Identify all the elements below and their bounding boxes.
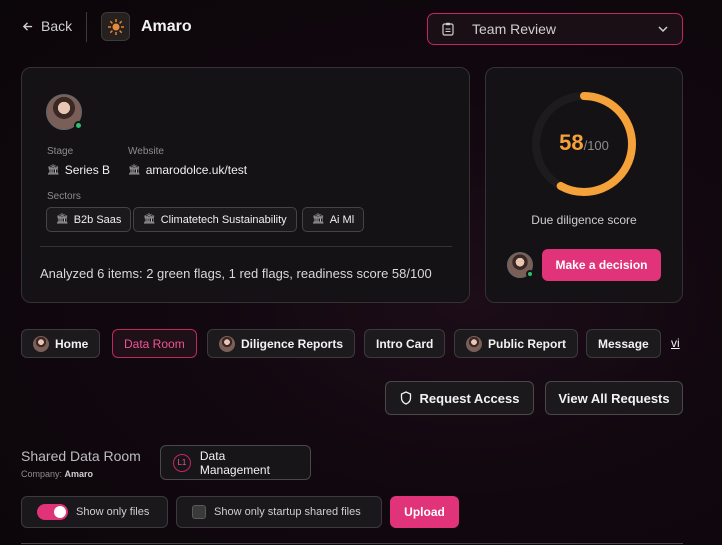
company-value: Amaro: [64, 469, 94, 479]
request-access-label: Request Access: [419, 390, 520, 406]
building-icon: 🏛: [128, 164, 141, 176]
tab-label: Data Room: [124, 336, 185, 351]
back-button[interactable]: Back: [22, 18, 72, 34]
shield-icon: [400, 391, 411, 405]
sector-label: B2b Saas: [73, 213, 122, 226]
make-decision-button[interactable]: Make a decision: [542, 249, 661, 281]
founder-avatar-wrap: [46, 94, 83, 130]
sector-chip: 🏛 Ai Ml: [302, 207, 365, 232]
clipboard-icon: [442, 22, 454, 36]
avatar-icon: [466, 335, 482, 352]
tab-intro-card[interactable]: Intro Card: [364, 329, 446, 358]
request-access-button[interactable]: Request Access: [385, 381, 534, 415]
show-only-files-filter[interactable]: Show only files: [21, 496, 168, 528]
tab-diligence-reports[interactable]: Diligence Reports: [207, 329, 356, 358]
show-only-files-label: Show only files: [76, 506, 150, 518]
team-review-value: Team Review: [472, 21, 557, 37]
card-divider: [40, 246, 452, 247]
website-text: amarodolce.uk/test: [145, 163, 248, 177]
company-name: Amaro: [141, 18, 192, 35]
team-review-select[interactable]: Team Review: [427, 13, 683, 45]
analysis-summary: Analyzed 6 items: 2 green flags, 1 red f…: [40, 266, 432, 281]
tab-data-room[interactable]: Data Room: [112, 329, 197, 358]
startup-shared-checkbox[interactable]: [192, 505, 206, 519]
sector-label: Ai Ml: [329, 213, 355, 226]
building-icon: 🏛: [47, 164, 60, 176]
avatar-icon: [33, 335, 49, 352]
online-status-dot: [526, 270, 534, 278]
upload-button[interactable]: Upload: [390, 496, 459, 528]
sector-chip: 🏛 B2b Saas: [46, 207, 132, 232]
level-badge: L1: [173, 453, 191, 472]
tab-home[interactable]: Home: [21, 329, 101, 358]
data-room-company: Company: Amaro: [21, 469, 93, 479]
tab-label: Home: [55, 336, 89, 351]
sectors-label: Sectors: [47, 191, 81, 202]
company-logo: [101, 12, 130, 41]
startup-shared-filter[interactable]: Show only startup shared files: [176, 496, 382, 528]
back-label: Back: [41, 18, 73, 34]
tab-label: Diligence Reports: [241, 336, 344, 351]
view-all-requests-label: View All Requests: [558, 390, 670, 406]
score-max: /100: [583, 138, 609, 153]
stage-value: 🏛 Series B: [47, 163, 110, 177]
data-management-button[interactable]: L1 Data Management: [160, 445, 311, 480]
chevron-down-icon: [658, 25, 668, 32]
sector-label: Climatetech Sustainability: [160, 213, 287, 226]
view-all-requests-button[interactable]: View All Requests: [545, 381, 683, 415]
building-icon: 🏛: [143, 214, 156, 225]
stage-label: Stage: [47, 146, 74, 157]
website-label: Website: [128, 146, 164, 157]
tab-label: Intro Card: [376, 336, 434, 351]
startup-shared-label: Show only startup shared files: [214, 506, 361, 518]
online-status-dot: [74, 121, 83, 130]
tab-label: Message: [598, 336, 649, 351]
score-value: 58: [559, 130, 584, 155]
tab-public-report[interactable]: Public Report: [454, 329, 579, 358]
avatar-icon: [219, 335, 235, 352]
website-value[interactable]: 🏛 amarodolce.uk/test: [128, 163, 247, 177]
tab-message[interactable]: Message: [586, 329, 661, 358]
stage-text: Series B: [64, 163, 111, 177]
reviewer-avatar-wrap: [507, 252, 534, 278]
sun-logo-icon: [107, 18, 124, 35]
sector-chip: 🏛 Climatetech Sustainability: [133, 207, 297, 232]
tab-overflow-link[interactable]: vi: [671, 336, 680, 350]
score-readout: 58/100: [529, 130, 639, 156]
company-label: Company:: [21, 469, 63, 479]
data-management-label: Data Management: [199, 448, 270, 477]
data-room-title: Shared Data Room: [21, 448, 141, 464]
building-icon: 🏛: [56, 214, 69, 225]
tab-label: Public Report: [488, 336, 567, 351]
arrow-left-icon: [22, 21, 33, 31]
building-icon: 🏛: [312, 214, 325, 225]
bottom-divider: [21, 543, 683, 544]
header-divider: [86, 12, 87, 42]
score-label: Due diligence score: [531, 213, 637, 227]
show-only-files-toggle[interactable]: [37, 504, 68, 520]
